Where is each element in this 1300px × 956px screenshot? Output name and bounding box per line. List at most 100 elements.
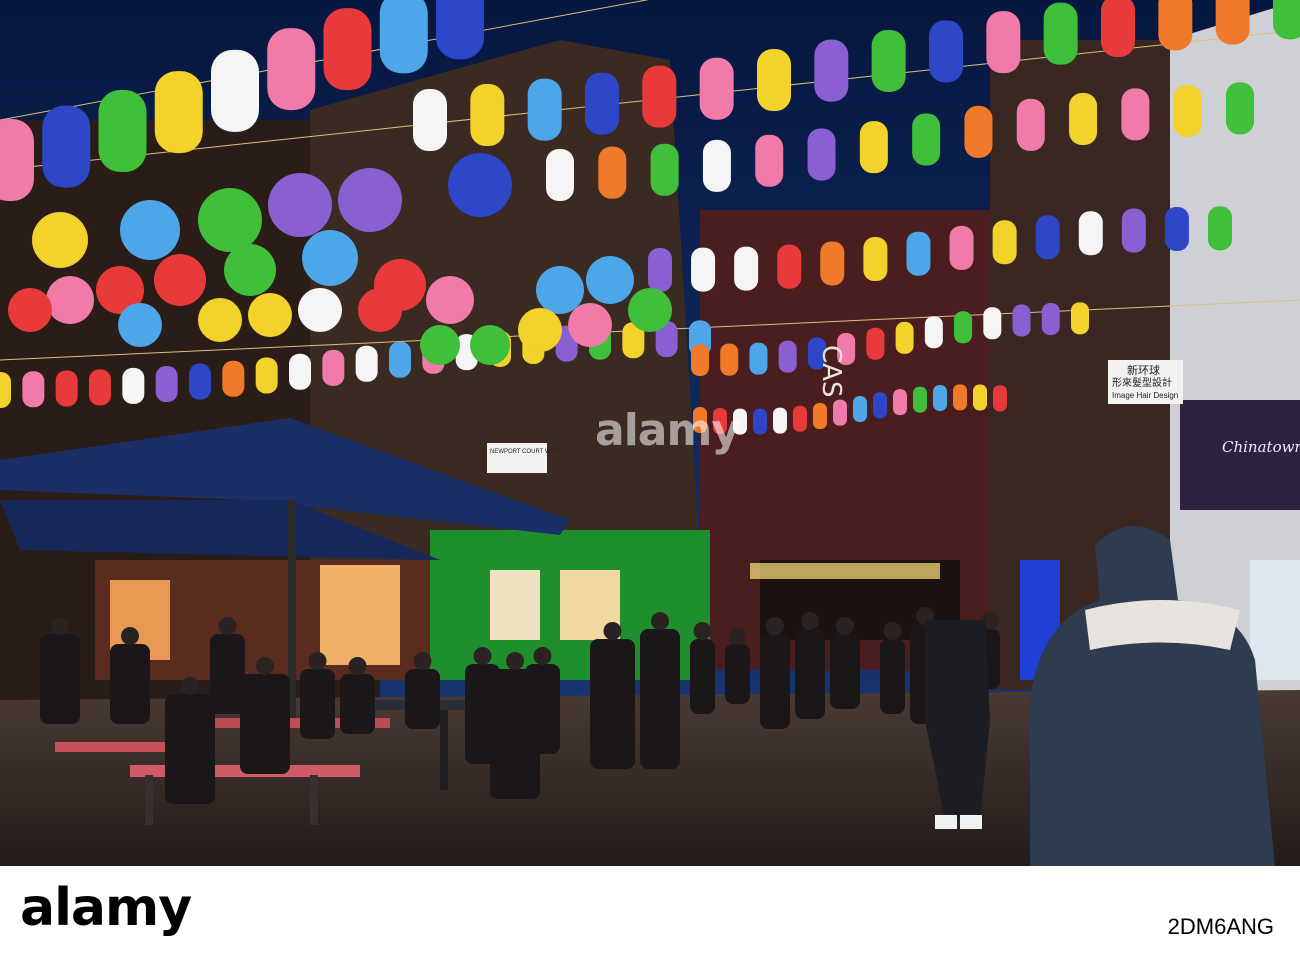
lantern-cylinder bbox=[1043, 2, 1078, 65]
person-head bbox=[348, 657, 367, 675]
person bbox=[690, 639, 715, 714]
lantern-cylinder bbox=[720, 343, 739, 376]
fairy-lights bbox=[750, 563, 940, 579]
lantern-cylinder bbox=[1071, 302, 1089, 335]
lantern-cylinder bbox=[0, 119, 34, 201]
lantern-cylinder bbox=[189, 363, 211, 400]
lantern-cylinder bbox=[1226, 82, 1254, 135]
person bbox=[830, 634, 860, 709]
lantern-cylinder bbox=[992, 220, 1017, 265]
person-head bbox=[218, 617, 237, 635]
person-head bbox=[51, 617, 69, 635]
lantern-round bbox=[426, 276, 474, 324]
cas-sign: CAS bbox=[816, 345, 846, 397]
lantern-cylinder bbox=[1158, 0, 1193, 51]
lantern-cylinder bbox=[993, 385, 1007, 412]
person bbox=[725, 644, 750, 704]
lantern-cylinder bbox=[873, 392, 887, 419]
lantern-cylinder bbox=[929, 20, 963, 83]
lantern-cylinder bbox=[154, 71, 203, 154]
lantern-cylinder bbox=[42, 105, 91, 188]
lantern-cylinder bbox=[753, 408, 767, 435]
lantern-cylinder bbox=[98, 89, 147, 172]
lantern-cylinder bbox=[1041, 303, 1060, 336]
lantern-cylinder bbox=[648, 248, 672, 292]
bakery-sign: Chinatown Bakery bbox=[1222, 438, 1300, 456]
lantern-cylinder bbox=[833, 399, 847, 426]
fur-hood-trim bbox=[1085, 600, 1240, 650]
lantern-cylinder bbox=[778, 340, 797, 373]
lantern-round bbox=[338, 168, 402, 232]
lantern-cylinder bbox=[1016, 98, 1045, 151]
lantern-cylinder bbox=[702, 139, 731, 192]
lantern-cylinder bbox=[964, 105, 993, 158]
lantern-cylinder bbox=[807, 128, 836, 181]
lantern-cylinder bbox=[546, 149, 574, 201]
lantern-cylinder bbox=[863, 237, 888, 282]
lantern-cylinder bbox=[906, 231, 931, 276]
lantern-cylinder bbox=[155, 366, 178, 403]
lantern-cylinder bbox=[289, 353, 311, 390]
hair-salon-sign-chinese-2: 形來髮型設計 bbox=[1112, 376, 1172, 389]
lantern-cylinder bbox=[866, 327, 885, 360]
lantern-cylinder bbox=[820, 241, 845, 286]
person bbox=[880, 639, 905, 714]
hair-salon-sign-text: Image Hair Design bbox=[1112, 391, 1178, 400]
lantern-cylinder bbox=[983, 307, 1002, 340]
lantern-cylinder bbox=[755, 134, 784, 187]
lantern-round bbox=[118, 303, 162, 347]
lantern-round bbox=[224, 244, 276, 296]
lantern-cylinder bbox=[1078, 211, 1103, 256]
person bbox=[590, 639, 635, 769]
lantern-cylinder bbox=[55, 370, 78, 407]
lantern-cylinder bbox=[323, 8, 372, 91]
street-sign bbox=[487, 443, 547, 473]
lantern-round bbox=[198, 298, 242, 342]
person bbox=[40, 634, 80, 724]
lantern-round bbox=[198, 188, 262, 252]
person bbox=[210, 634, 245, 714]
lantern-cylinder bbox=[973, 384, 987, 411]
lantern-cylinder bbox=[470, 84, 505, 147]
lantern-cylinder bbox=[986, 11, 1021, 74]
lantern-round bbox=[448, 153, 512, 217]
lantern-cylinder bbox=[859, 121, 888, 174]
lantern-cylinder bbox=[379, 0, 428, 74]
street-photo: CAS 新环球 形來髮型設計 Image Hair Design Chinato… bbox=[0, 0, 1300, 866]
person-head bbox=[801, 612, 819, 630]
lantern-cylinder bbox=[773, 407, 787, 434]
person bbox=[405, 669, 440, 729]
lantern-cylinder bbox=[1121, 208, 1146, 253]
lantern-round bbox=[518, 308, 562, 352]
watermark: alamy bbox=[595, 405, 740, 456]
lantern-round bbox=[568, 303, 612, 347]
person-head bbox=[413, 652, 432, 670]
person-head bbox=[883, 622, 902, 640]
alamy-logo: alamy bbox=[20, 878, 192, 938]
lantern-cylinder bbox=[222, 360, 245, 397]
lantern-cylinder bbox=[598, 146, 627, 199]
person bbox=[760, 634, 790, 729]
lantern-cylinder bbox=[1035, 215, 1060, 260]
person-head bbox=[121, 627, 139, 645]
lantern-round bbox=[268, 173, 332, 237]
lantern-round bbox=[420, 325, 460, 365]
lantern-cylinder bbox=[0, 372, 11, 408]
person-head bbox=[728, 627, 747, 645]
lantern-round bbox=[298, 288, 342, 332]
person-head bbox=[473, 647, 492, 665]
lantern-round bbox=[628, 288, 672, 332]
lantern-round bbox=[586, 256, 634, 304]
lantern-cylinder bbox=[1121, 88, 1150, 141]
lantern-cylinder bbox=[913, 386, 927, 413]
person-head bbox=[256, 657, 274, 675]
lantern-cylinder bbox=[1215, 0, 1250, 45]
person bbox=[165, 694, 215, 804]
street-sign-text: NEWPORT COURT WC2 bbox=[490, 449, 559, 455]
lantern-cylinder bbox=[413, 89, 447, 151]
lantern-round bbox=[248, 293, 292, 337]
person-head bbox=[693, 622, 712, 640]
lantern-cylinder bbox=[1164, 207, 1189, 252]
lantern-cylinder bbox=[436, 0, 484, 60]
person bbox=[110, 644, 150, 724]
